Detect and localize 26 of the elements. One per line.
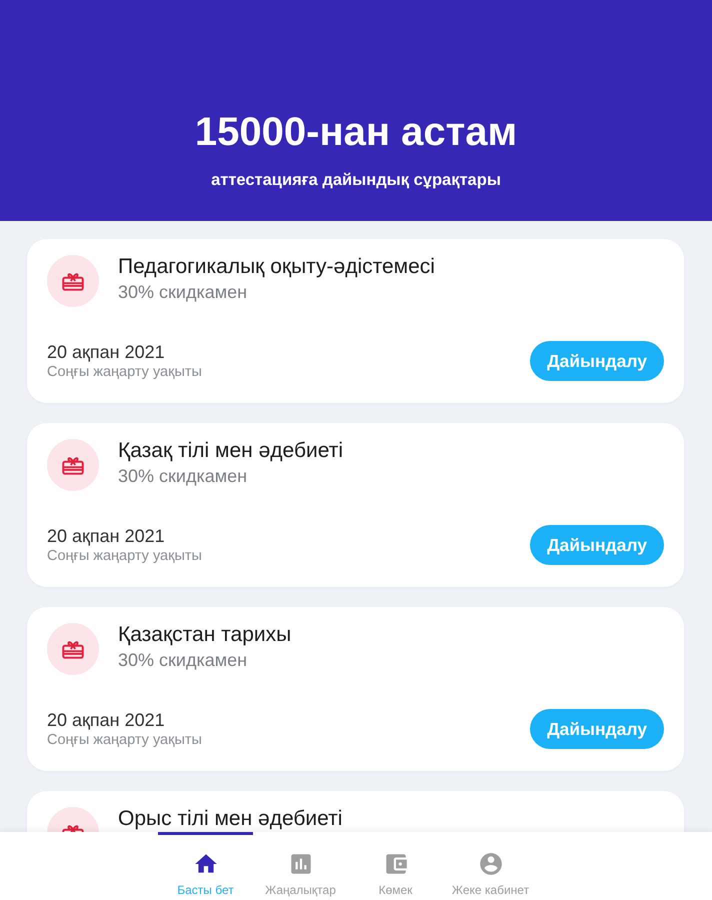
gift-icon — [47, 439, 99, 491]
update-date: 20 ақпан 2021 — [47, 709, 166, 731]
nav-tab[interactable]: Көмек — [348, 832, 443, 897]
nav-tab[interactable]: Басты бет — [158, 832, 253, 897]
user-icon — [478, 851, 504, 877]
prepare-button[interactable]: Дайындалу — [530, 341, 664, 381]
prepare-button[interactable]: Дайындалу — [530, 709, 664, 749]
update-caption: Соңғы жаңарту уақыты — [47, 547, 202, 565]
header-title: 15000-нан астам — [194, 109, 518, 155]
course-title: Қазақ тілі мен әдебиеті — [118, 439, 343, 463]
discount-text: 30% скидкамен — [118, 649, 248, 672]
course-title: Педагогикалық оқыту-әдістемесі — [118, 255, 435, 279]
nav-tab[interactable]: Жеке кабинет — [443, 832, 538, 897]
update-date: 20 ақпан 2021 — [47, 341, 166, 363]
gift-icon — [47, 255, 99, 307]
update-date: 20 ақпан 2021 — [47, 525, 166, 547]
course-title: Орыс тілі мен әдебиеті — [118, 807, 342, 831]
update-caption: Соңғы жаңарту уақыты — [47, 731, 202, 749]
update-caption: Соңғы жаңарту уақыты — [47, 363, 202, 381]
nav-tab[interactable]: Жаңалықтар — [253, 832, 348, 897]
discount-text: 30% скидкамен — [118, 465, 248, 488]
header-subtitle: аттестацияға дайындық сұрақтары — [211, 170, 501, 191]
gift-icon — [47, 623, 99, 675]
course-title: Қазақстан тарихы — [118, 623, 292, 647]
discount-text: 30% скидкамен — [118, 281, 248, 304]
prepare-button[interactable]: Дайындалу — [530, 525, 664, 565]
